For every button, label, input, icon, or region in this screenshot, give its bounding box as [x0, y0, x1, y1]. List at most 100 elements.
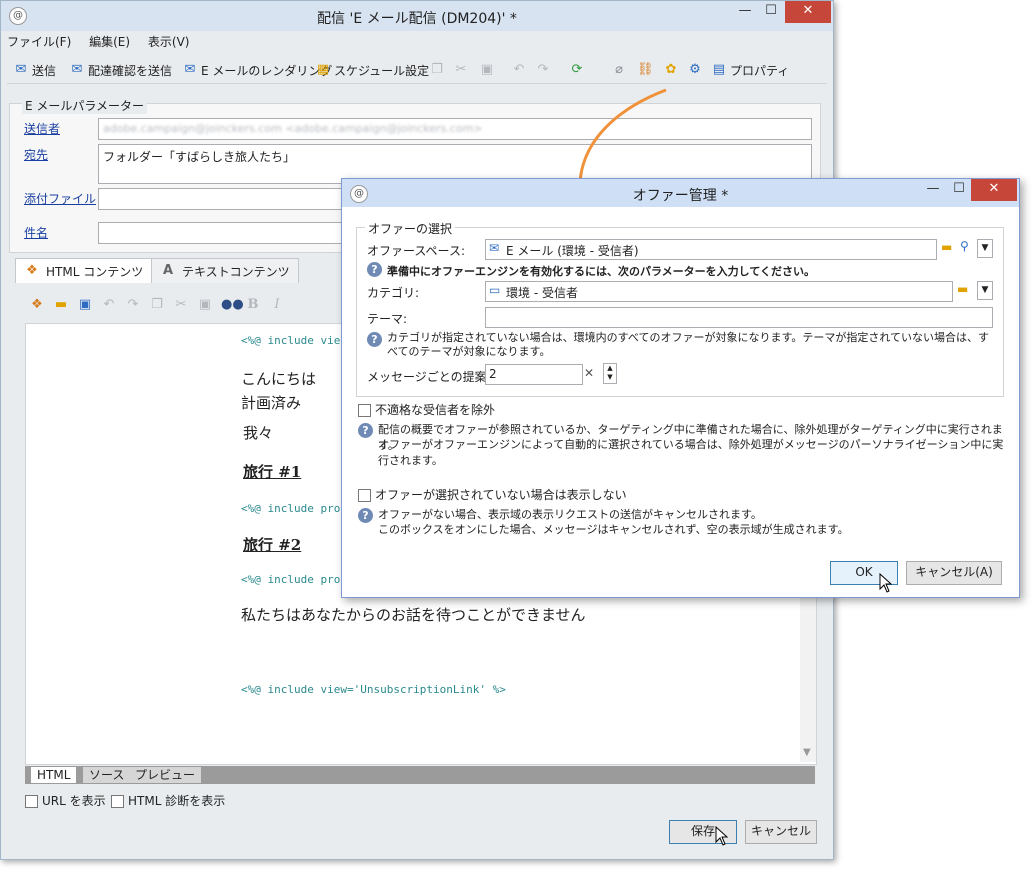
close-button[interactable]: ✕ — [785, 1, 831, 23]
editor-undo-icon[interactable]: ↶ — [101, 298, 117, 312]
trip1-heading: 旅行 #1 — [243, 463, 302, 481]
menu-view[interactable]: 表示(V) — [148, 35, 190, 49]
menu-edit[interactable]: 編集(E) — [89, 35, 130, 49]
offer-space-label: オファースペース: — [367, 244, 466, 258]
send-button[interactable]: ✉ 送信 — [13, 61, 56, 79]
new-doc-icon[interactable]: ❖ — [29, 298, 45, 312]
tab-html-label: HTML コンテンツ — [46, 264, 144, 279]
menu-file[interactable]: ファイル(F) — [7, 35, 71, 49]
category-browse-icon[interactable]: ▬ — [957, 282, 968, 296]
text-a-icon: A — [162, 263, 174, 278]
show-url-checkbox[interactable] — [25, 795, 38, 808]
engine-help-icon: ? — [367, 262, 382, 277]
category-dropdown-icon[interactable]: ▼ — [977, 281, 993, 300]
from-value: adobe.campaign@joinckers.com <adobe.camp… — [103, 122, 483, 135]
category-help-icon: ? — [367, 332, 382, 347]
offer-space-field[interactable]: ✉ E メール (環境 - 受信者) — [485, 239, 937, 260]
mode-tab-html[interactable]: HTML — [31, 767, 77, 783]
open-folder-icon[interactable]: ▬ — [53, 298, 69, 312]
redo-icon: ↷ — [537, 62, 549, 77]
render-button[interactable]: ✉ E メールのレンダリング — [182, 61, 333, 79]
to-link[interactable]: 宛先 — [24, 146, 48, 163]
hide-note-1: オファーがない場合、表示域の表示リクエストの送信がキャンセルされます。 — [378, 508, 762, 521]
show-diag-label: HTML 診断を表示 — [128, 794, 226, 808]
category-value: 環境 - 受信者 — [506, 286, 578, 300]
tab-text-content[interactable]: A テキストコンテンツ — [151, 258, 299, 283]
count-label: メッセージごとの提案数: — [367, 370, 503, 384]
count-spinner-icon[interactable]: ▲ ▼ — [603, 363, 617, 384]
subject-link[interactable]: 件名 — [24, 224, 48, 241]
cut-button[interactable]: ✂ — [453, 61, 469, 79]
offer-link-icon: ⚙ — [689, 62, 701, 77]
editor-mode-tabs: HTML ソース プレビュー — [25, 766, 815, 784]
dialog-close-button[interactable]: ✕ — [971, 179, 1017, 201]
undo-icon: ↶ — [513, 62, 525, 77]
send-proof-button[interactable]: ✉ 配達確認を送信 — [69, 61, 172, 79]
dialog-title-bar: @ オファー管理 * — ☐ ✕ — [342, 179, 1019, 207]
editor-copy-icon[interactable]: ❐ — [149, 298, 165, 312]
italic-icon[interactable]: I — [269, 298, 285, 312]
engine-note: 準備中にオファーエンジンを有効化するには、次のパラメーターを入力してください。 — [387, 265, 816, 278]
show-diag-checkbox[interactable] — [111, 795, 124, 808]
dialog-minimize-button[interactable]: — — [919, 179, 947, 201]
html-doc-icon: ❖ — [26, 263, 38, 278]
show-diag-option[interactable]: HTML 診断を表示 — [111, 792, 225, 809]
scroll-down-icon[interactable]: ▼ — [803, 747, 811, 758]
save-disk-icon[interactable]: ▣ — [77, 298, 93, 312]
tab-html-content[interactable]: ❖ HTML コンテンツ — [15, 258, 153, 283]
from-field[interactable]: adobe.campaign@joinckers.com <adobe.camp… — [98, 118, 812, 140]
envelope-icon: ✉ — [15, 62, 27, 77]
schedule-button[interactable]: ▦ スケジュール設定 — [315, 61, 429, 79]
paste-button[interactable]: ▣ — [479, 61, 495, 79]
theme-field[interactable] — [485, 307, 993, 328]
hide-option[interactable]: オファーが選択されていない場合は表示しない — [358, 486, 627, 503]
cut-icon: ✂ — [455, 62, 467, 77]
code-include-pro-1: <%@ include pro — [241, 502, 341, 515]
undo-button[interactable]: ↶ — [511, 61, 527, 79]
dialog-cancel-button[interactable]: キャンセル(A) — [906, 561, 1002, 585]
link-icon: ⛓ — [637, 62, 654, 77]
mode-tab-preview[interactable]: プレビュー — [129, 767, 202, 783]
editor-paste-icon[interactable]: ▣ — [197, 298, 213, 312]
attach-button[interactable]: ⌀ — [611, 61, 627, 79]
offer-space-envelope-icon: ✉ — [489, 241, 500, 255]
editor-redo-icon[interactable]: ↷ — [125, 298, 141, 312]
maximize-button[interactable]: ☐ — [757, 1, 785, 23]
category-field[interactable]: ▭ 環境 - 受信者 — [485, 281, 953, 302]
offer-settings-button[interactable]: ⚙ — [687, 61, 703, 79]
exclude-option[interactable]: 不適格な受信者を除外 — [358, 401, 495, 418]
offer-space-dropdown-icon[interactable]: ▼ — [977, 239, 993, 258]
code-include-view: <%@ include vie — [241, 334, 341, 347]
properties-button[interactable]: ▤ プロパティ — [711, 61, 789, 79]
attachments-link[interactable]: 添付ファイル — [24, 190, 96, 207]
dialog-maximize-button[interactable]: ☐ — [945, 179, 973, 201]
cancel-button[interactable]: キャンセル — [745, 820, 817, 844]
redo-button[interactable]: ↷ — [535, 61, 551, 79]
from-link[interactable]: 送信者 — [24, 120, 60, 137]
offer-button[interactable]: ✿ — [663, 61, 679, 79]
mode-tab-source[interactable]: ソース — [83, 767, 131, 783]
offer-space-folder-icon[interactable]: ▬ — [941, 240, 952, 254]
bold-icon[interactable]: B — [245, 298, 261, 312]
hide-checkbox[interactable] — [358, 489, 371, 502]
minimize-button[interactable]: — — [731, 1, 759, 23]
show-url-option[interactable]: URL を表示 — [25, 792, 106, 809]
offer-space-search-icon[interactable]: ⚲ — [960, 239, 969, 253]
schedule-label: スケジュール設定 — [334, 63, 430, 78]
send-proof-label: 配達確認を送信 — [88, 63, 173, 78]
copy-button[interactable]: ❐ — [429, 61, 445, 79]
hide-help-icon: ? — [358, 508, 373, 523]
proposal-count-field[interactable]: 2 ✕ — [485, 364, 594, 385]
hide-label: オファーが選択されていない場合は表示しない — [375, 488, 627, 502]
envelope-check-icon: ✉ — [71, 62, 83, 77]
exclude-checkbox[interactable] — [358, 404, 371, 417]
refresh-button[interactable]: ⟳ — [569, 61, 585, 79]
proposal-count-value: 2 — [489, 367, 497, 381]
clipboard-icon: ▤ — [712, 62, 726, 77]
link-button[interactable]: ⛓ — [637, 61, 654, 79]
gift-icon: ✿ — [665, 62, 677, 77]
selection-group-label: オファーの選択 — [365, 220, 456, 237]
editor-cut-icon[interactable]: ✂ — [173, 298, 189, 312]
clear-count-icon[interactable]: ✕ — [584, 366, 594, 380]
binoculars-icon[interactable]: ●● — [221, 298, 244, 312]
